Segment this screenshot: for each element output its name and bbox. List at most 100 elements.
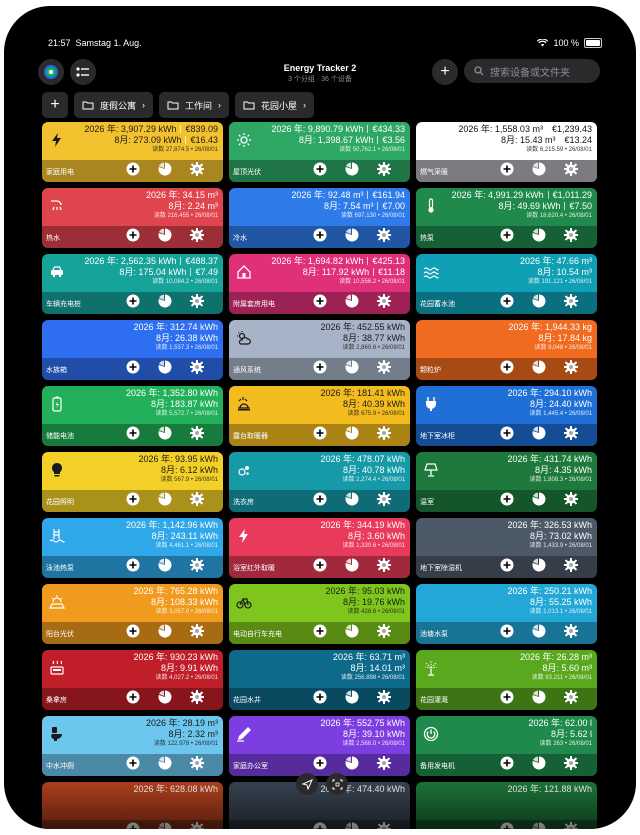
device-card[interactable]: 2026 年: 312.74 kWh 8月: 26.38 kWh 读数 1,537.… [42, 320, 223, 380]
device-card[interactable]: 2026 年: 1,694.82 kWh €425.13 8月: 117.92 kW… [229, 254, 410, 314]
device-card[interactable]: 2026 年: 628.08 kWh [42, 782, 223, 829]
settings-button[interactable] [376, 821, 392, 829]
add-reading-button[interactable] [125, 558, 141, 575]
settings-button[interactable] [376, 623, 392, 641]
add-reading-button[interactable] [312, 228, 328, 245]
settings-button[interactable] [189, 689, 205, 707]
add-reading-button[interactable] [499, 426, 515, 443]
settings-button[interactable] [563, 623, 579, 641]
settings-button[interactable] [189, 557, 205, 575]
statistics-button[interactable] [344, 822, 360, 829]
settings-button[interactable] [563, 557, 579, 575]
search-field[interactable]: 搜索设备或文件夹 [464, 59, 600, 83]
settings-button[interactable] [563, 491, 579, 509]
add-reading-button[interactable] [125, 756, 141, 773]
settings-button[interactable] [563, 293, 579, 311]
statistics-button[interactable] [157, 294, 173, 311]
statistics-button[interactable] [157, 624, 173, 641]
add-reading-button[interactable] [499, 228, 515, 245]
device-card[interactable]: 2026 年: 294.10 kWh 8月: 24.40 kWh 读数 1,445.… [416, 386, 597, 446]
statistics-button[interactable] [157, 426, 173, 443]
statistics-button[interactable] [157, 228, 173, 245]
add-reading-button[interactable] [125, 162, 141, 179]
statistics-button[interactable] [157, 492, 173, 509]
settings-button[interactable] [189, 227, 205, 245]
device-card[interactable]: 2026 年: 121.88 kWh [416, 782, 597, 829]
folder-item[interactable]: 花园小屋 › [235, 92, 315, 118]
statistics-button[interactable] [157, 558, 173, 575]
settings-button[interactable] [376, 557, 392, 575]
scan-button[interactable] [326, 773, 348, 795]
settings-button[interactable] [563, 821, 579, 829]
location-button[interactable] [296, 773, 318, 795]
statistics-button[interactable] [344, 228, 360, 245]
add-reading-button[interactable] [312, 492, 328, 509]
device-card[interactable]: 2026 年: 344.19 kWh 8月: 3.60 kWh 读数 1,330.6… [229, 518, 410, 578]
device-card[interactable]: 2026 年: 181.41 kWh 8月: 40.39 kWh 读数 675.9 … [229, 386, 410, 446]
add-reading-button[interactable] [125, 228, 141, 245]
settings-button[interactable] [563, 359, 579, 377]
statistics-button[interactable] [344, 690, 360, 707]
add-reading-button[interactable] [125, 690, 141, 707]
add-reading-button[interactable] [499, 360, 515, 377]
statistics-button[interactable] [344, 360, 360, 377]
statistics-button[interactable] [531, 360, 547, 377]
settings-button[interactable] [189, 755, 205, 773]
add-reading-button[interactable] [499, 624, 515, 641]
settings-button[interactable] [563, 227, 579, 245]
statistics-button[interactable] [531, 294, 547, 311]
add-reading-button[interactable] [125, 426, 141, 443]
add-reading-button[interactable] [312, 690, 328, 707]
device-card[interactable]: 2026 年: 9,890.79 kWh €434.33 8月: 1,398.67 … [229, 122, 410, 182]
device-card[interactable]: 2026 年: 2,562.35 kWh €488.37 8月: 175.04 kW… [42, 254, 223, 314]
device-card[interactable]: 2026 年: 4,991.29 kWh €1,011.29 8月: 49.69 k… [416, 188, 597, 248]
settings-button[interactable] [189, 821, 205, 829]
add-reading-button[interactable] [499, 756, 515, 773]
device-card[interactable]: 2026 年: 552.75 kWh 8月: 39.10 kWh 读数 2,566.… [229, 716, 410, 776]
statistics-button[interactable] [157, 162, 173, 179]
add-reading-button[interactable] [499, 162, 515, 179]
device-card[interactable]: 2026 年: 765.28 kWh 8月: 108.33 kWh 读数 3,057… [42, 584, 223, 644]
device-card[interactable]: 2026 年: 95.03 kWh 8月: 19.76 kWh 读数 428.6 •… [229, 584, 410, 644]
statistics-button[interactable] [531, 492, 547, 509]
device-card[interactable]: 2026 年: 1,142.96 kWh 8月: 243.11 kWh 读数 4,4… [42, 518, 223, 578]
device-card[interactable]: 2026 年: 1,558.03 m³ €1,239.43 8月: 15.43 m³… [416, 122, 597, 182]
statistics-button[interactable] [157, 690, 173, 707]
add-reading-button[interactable] [312, 822, 328, 829]
add-reading-button[interactable] [125, 492, 141, 509]
device-card[interactable]: 2026 年: 34.15 m³ 8月: 2.24 m³ 读数 216.455 • … [42, 188, 223, 248]
add-reading-button[interactable] [125, 624, 141, 641]
settings-button[interactable] [189, 161, 205, 179]
settings-button[interactable] [563, 755, 579, 773]
statistics-button[interactable] [344, 294, 360, 311]
settings-button[interactable] [189, 491, 205, 509]
statistics-button[interactable] [531, 756, 547, 773]
settings-button[interactable] [376, 491, 392, 509]
statistics-button[interactable] [344, 492, 360, 509]
device-card[interactable]: 2026 年: 3,907.29 kWh €839.09 8月: 273.09 kW… [42, 122, 223, 182]
device-card[interactable]: 2026 年: 250.21 kWh 8月: 55.25 kWh 读数 1,013.… [416, 584, 597, 644]
add-reading-button[interactable] [499, 492, 515, 509]
add-reading-button[interactable] [499, 294, 515, 311]
statistics-button[interactable] [531, 162, 547, 179]
settings-button[interactable] [376, 755, 392, 773]
statistics-button[interactable] [157, 360, 173, 377]
add-folder-button[interactable]: + [42, 92, 68, 118]
add-reading-button[interactable] [499, 690, 515, 707]
statistics-button[interactable] [344, 426, 360, 443]
add-reading-button[interactable] [312, 558, 328, 575]
statistics-button[interactable] [344, 756, 360, 773]
settings-button[interactable] [189, 359, 205, 377]
folder-item[interactable]: 工作间 › [159, 92, 230, 118]
statistics-button[interactable] [157, 822, 173, 829]
add-device-button[interactable]: + [432, 59, 458, 85]
device-card[interactable]: 2026 年: 63.71 m³ 8月: 14.01 m³ 读数 256.898 •… [229, 650, 410, 710]
device-card[interactable]: 2026 年: 28.19 m³ 8月: 2.32 m³ 读数 122.978 • … [42, 716, 223, 776]
device-card[interactable]: 2026 年: 452.55 kWh 8月: 38.77 kWh 读数 2,860.… [229, 320, 410, 380]
add-reading-button[interactable] [312, 624, 328, 641]
device-card[interactable]: 2026 年: 47.66 m³ 8月: 10.54 m³ 读数 191.121 •… [416, 254, 597, 314]
device-card[interactable]: 2026 年: 92.48 m³ €161.94 8月: 7.54 m³ €7.00 读… [229, 188, 410, 248]
add-reading-button[interactable] [312, 294, 328, 311]
device-card[interactable]: 2026 年: 1,944.33 kg 8月: 17.84 kg 读数 9,048 … [416, 320, 597, 380]
add-reading-button[interactable] [312, 756, 328, 773]
